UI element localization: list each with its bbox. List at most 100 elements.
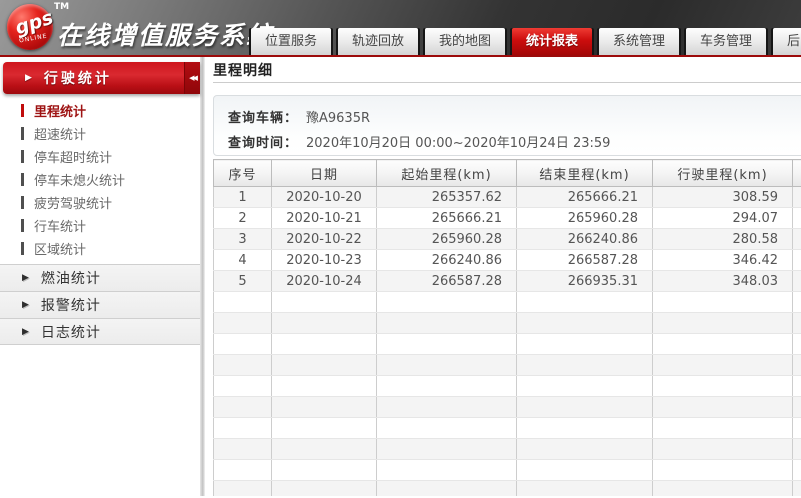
mileage-table: 序号日期起始里程(km)结束里程(km)行驶里程(km) 12020-10-20… — [213, 159, 801, 496]
sidebar-item-mileage-stats[interactable]: 里程统计 — [0, 99, 200, 122]
cell-seq: 4 — [214, 250, 272, 271]
item-bar-icon — [21, 196, 24, 209]
sidebar-item-label: 停车未熄火统计 — [34, 170, 125, 189]
cell-date — [272, 355, 377, 376]
cell-start-mileage — [377, 460, 517, 481]
cell-seq — [214, 355, 272, 376]
cell-date — [272, 313, 377, 334]
sidebar-item-parking-idling-stats[interactable]: 停车未熄火统计 — [0, 168, 200, 191]
empty-table-row — [214, 418, 801, 439]
trademark-label: TM — [54, 2, 69, 12]
cell-seq — [214, 481, 272, 497]
collapse-sidebar-button[interactable]: ◀◀ — [184, 62, 200, 94]
cell-date: 2020-10-23 — [272, 250, 377, 271]
cell-date: 2020-10-22 — [272, 229, 377, 250]
cell-start-mileage — [377, 355, 517, 376]
cell-seq — [214, 292, 272, 313]
cell-start-mileage — [377, 481, 517, 497]
cell-date: 2020-10-24 — [272, 271, 377, 292]
table-row: 32020-10-22265960.28266240.86280.58 — [214, 229, 801, 250]
table-row: 22020-10-21265666.21265960.28294.07 — [214, 208, 801, 229]
sidebar-section-label: 日志统计 — [41, 322, 101, 342]
cell-extra — [793, 334, 801, 355]
tab-location-service[interactable]: 位置服务 — [251, 28, 331, 55]
sidebar-group-label: 行驶统计 — [44, 68, 112, 88]
cell-seq — [214, 397, 272, 418]
sidebar-item-region-stats[interactable]: 区域统计 — [0, 237, 200, 260]
cell-extra — [793, 376, 801, 397]
query-vehicle-value: 豫A9635R — [306, 107, 370, 126]
cell-start-mileage: 265960.28 — [377, 229, 517, 250]
cell-end-mileage — [517, 292, 653, 313]
tab-my-map[interactable]: 我的地图 — [425, 28, 505, 55]
sidebar-section-list: ▶燃油统计 ▶ 报警统计 ▶日志统计 — [0, 264, 200, 345]
query-time-label: 查询时间： — [228, 132, 306, 151]
item-bar-icon — [21, 150, 24, 163]
sidebar-item-driving-stats[interactable]: 行车统计 — [0, 214, 200, 237]
cell-date: 2020-10-20 — [272, 187, 377, 208]
empty-table-row — [214, 397, 801, 418]
cell-extra — [793, 208, 801, 229]
table-header-row: 序号日期起始里程(km)结束里程(km)行驶里程(km) — [214, 160, 801, 187]
cell-start-mileage — [377, 376, 517, 397]
sidebar-section-fuel-stats[interactable]: ▶燃油统计 — [0, 264, 200, 291]
sidebar-item-label: 里程统计 — [34, 101, 86, 120]
cell-end-mileage — [517, 397, 653, 418]
cell-distance: 280.58 — [653, 229, 793, 250]
tab-system-management[interactable]: 系统管理 — [599, 28, 679, 55]
item-bar-icon — [21, 219, 24, 232]
sidebar-item-fatigue-driving-stats[interactable]: 疲劳驾驶统计 — [0, 191, 200, 214]
sidebar-item-parking-overtime-stats[interactable]: 停车超时统计 — [0, 145, 200, 168]
cell-seq — [214, 313, 272, 334]
tab-statistics-report[interactable]: 统计报表 — [512, 28, 592, 55]
cell-start-mileage: 266587.28 — [377, 271, 517, 292]
cell-seq: 5 — [214, 271, 272, 292]
query-info-box: 查询车辆： 豫A9635R 查询时间： 2020年10月20日 00:00~20… — [213, 95, 801, 156]
sidebar-item-label: 行车统计 — [34, 216, 86, 235]
sidebar-section-label: 报警统计 — [41, 295, 101, 315]
cell-distance — [653, 397, 793, 418]
app-title: 在线增值服务系统 — [57, 16, 273, 52]
cell-date — [272, 481, 377, 497]
sidebar-item-overspeed-stats[interactable]: 超速统计 — [0, 122, 200, 145]
cell-end-mileage: 266240.86 — [517, 229, 653, 250]
sidebar-group-driving-stats[interactable]: ▶ 行驶统计 ◀◀ — [3, 62, 200, 94]
cell-seq: 1 — [214, 187, 272, 208]
cell-extra — [793, 187, 801, 208]
cell-start-mileage — [377, 292, 517, 313]
sidebar-section-alarm-stats[interactable]: ▶ 报警统计 — [0, 291, 200, 318]
triangle-right-icon: ▶ — [22, 300, 29, 310]
cell-seq: 3 — [214, 229, 272, 250]
cell-distance — [653, 439, 793, 460]
cell-end-mileage: 266935.31 — [517, 271, 653, 292]
cell-end-mileage — [517, 460, 653, 481]
col-header-end-mileage: 结束里程(km) — [517, 160, 653, 187]
sidebar-item-label: 超速统计 — [34, 124, 86, 143]
cell-seq: 2 — [214, 208, 272, 229]
cell-date — [272, 334, 377, 355]
cell-seq — [214, 418, 272, 439]
cell-end-mileage: 265666.21 — [517, 187, 653, 208]
cell-seq — [214, 439, 272, 460]
cell-seq — [214, 334, 272, 355]
cell-distance — [653, 334, 793, 355]
cell-date — [272, 439, 377, 460]
table-row: 12020-10-20265357.62265666.21308.59 — [214, 187, 801, 208]
item-bar-icon — [21, 127, 24, 140]
cell-date: 2020-10-21 — [272, 208, 377, 229]
cell-end-mileage — [517, 355, 653, 376]
col-header-start-mileage: 起始里程(km) — [377, 160, 517, 187]
sidebar-section-log-stats[interactable]: ▶日志统计 — [0, 318, 200, 345]
cell-distance: 346.42 — [653, 250, 793, 271]
tab-track-playback[interactable]: 轨迹回放 — [338, 28, 418, 55]
tab-backend-management[interactable]: 后台管理 — [773, 28, 801, 55]
query-vehicle-row: 查询车辆： 豫A9635R — [228, 105, 801, 127]
cell-start-mileage — [377, 418, 517, 439]
cell-start-mileage — [377, 439, 517, 460]
cell-extra — [793, 229, 801, 250]
page-title: 里程明细 — [213, 63, 801, 83]
cell-start-mileage — [377, 313, 517, 334]
cell-end-mileage — [517, 334, 653, 355]
tab-vehicle-management[interactable]: 车务管理 — [686, 28, 766, 55]
cell-date — [272, 292, 377, 313]
